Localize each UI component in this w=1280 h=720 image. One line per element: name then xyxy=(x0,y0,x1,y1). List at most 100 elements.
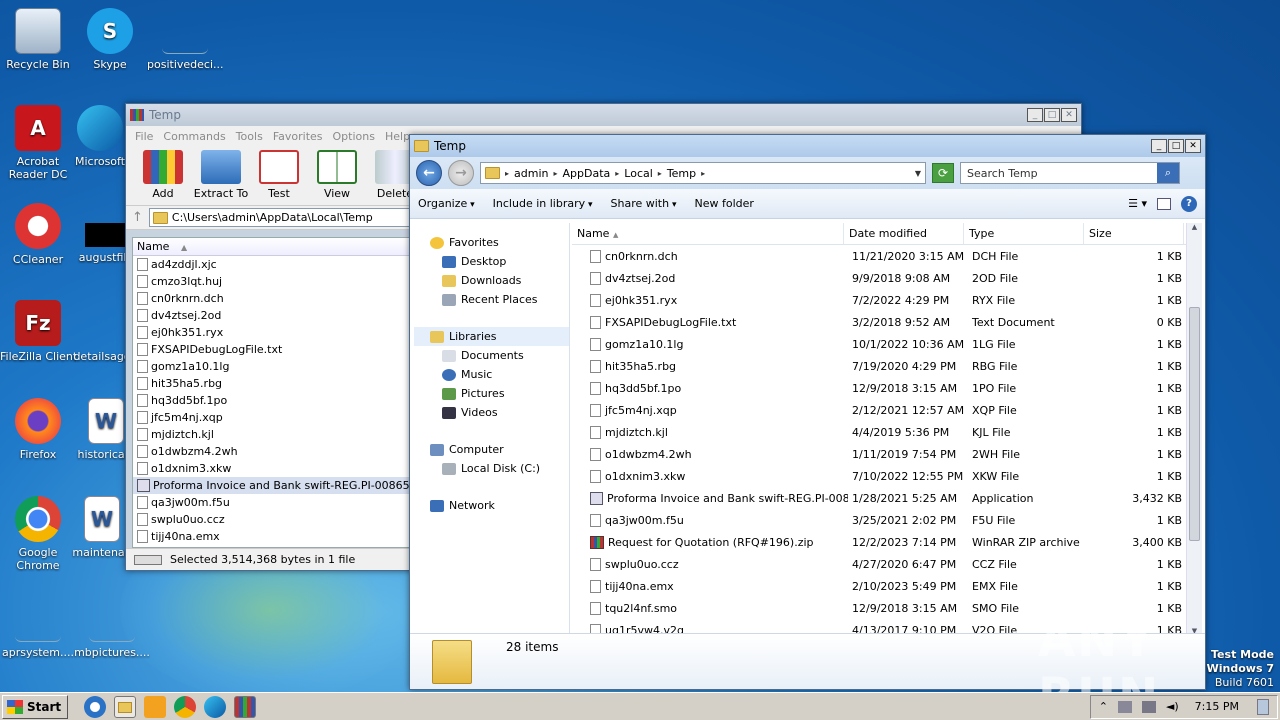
maximize-button[interactable]: □ xyxy=(1168,139,1184,153)
action-center-icon[interactable] xyxy=(1117,700,1132,713)
table-row[interactable]: hit35ha5.rbg 7/19/2020 4:29 PM RBG File 1 K… xyxy=(572,355,1200,377)
column-header-size[interactable]: Size xyxy=(1084,223,1184,244)
table-row[interactable]: Proforma Invoice and Bank swift-REG.PI-0… xyxy=(572,487,1200,509)
breadcrumb-temp[interactable]: Temp xyxy=(667,167,696,180)
show-desktop-button[interactable] xyxy=(1257,698,1269,715)
desktop-icon-recycle-bin[interactable]: Recycle Bin xyxy=(0,8,76,71)
table-row[interactable]: gomz1a10.1lg 10/1/2022 10:36 AM 1LG File 1 … xyxy=(572,333,1200,355)
table-row[interactable]: mjdiztch.kjl 4/4/2019 5:36 PM KJL File 1 KB xyxy=(572,421,1200,443)
table-row[interactable]: hq3dd5bf.1po 12/9/2018 3:15 AM 1PO File 1 K… xyxy=(572,377,1200,399)
nav-desktop[interactable]: Desktop xyxy=(414,252,569,271)
breadcrumb-local[interactable]: Local xyxy=(624,167,653,180)
tray-expand-icon[interactable]: ⌃ xyxy=(1099,700,1108,713)
winrar-titlebar[interactable]: Temp _ □ ✕ xyxy=(126,104,1081,126)
table-row[interactable]: Request for Quotation (RFQ#196).zip 12/2/… xyxy=(572,531,1200,553)
search-input[interactable]: Search Temp ⌕ xyxy=(960,162,1180,184)
back-button[interactable]: ← xyxy=(416,160,442,186)
preview-pane-icon[interactable] xyxy=(1157,197,1171,210)
list-item[interactable]: hit35ha5.rbg xyxy=(133,375,409,392)
close-button[interactable]: ✕ xyxy=(1061,108,1077,122)
menu-commands[interactable]: Commands xyxy=(158,130,230,143)
list-item[interactable]: gomz1a10.1lg xyxy=(133,358,409,375)
nav-pictures[interactable]: Pictures xyxy=(414,384,569,403)
explorer-titlebar[interactable]: Temp _ □ ✕ xyxy=(410,135,1205,157)
scrollbar-thumb[interactable] xyxy=(1189,307,1200,541)
minimize-button[interactable]: _ xyxy=(1151,139,1167,153)
start-button[interactable]: Start xyxy=(2,694,69,719)
list-item[interactable]: o1dxnim3.xkw xyxy=(133,460,409,477)
breadcrumb-appdata[interactable]: AppData xyxy=(563,167,611,180)
list-item[interactable]: qa3jw00m.f5u xyxy=(133,494,409,511)
nav-favorites[interactable]: Favorites xyxy=(414,233,569,252)
search-icon[interactable]: ⌕ xyxy=(1157,163,1179,183)
list-item[interactable]: cn0rknrn.dch xyxy=(133,290,409,307)
menu-options[interactable]: Options xyxy=(328,130,380,143)
list-item[interactable]: mjdiztch.kjl xyxy=(133,426,409,443)
forward-button[interactable]: → xyxy=(448,160,474,186)
nav-libraries[interactable]: Libraries xyxy=(414,327,569,346)
refresh-button[interactable]: ⟳ xyxy=(932,163,954,183)
breadcrumb-admin[interactable]: admin xyxy=(514,167,548,180)
media-player-icon[interactable] xyxy=(144,695,167,718)
nav-documents[interactable]: Documents xyxy=(414,346,569,365)
nav-recent-places[interactable]: Recent Places xyxy=(414,290,569,309)
include-in-library-button[interactable]: Include in library xyxy=(493,197,593,210)
table-row[interactable]: cn0rknrn.dch 11/21/2020 3:15 AM DCH File 1 … xyxy=(572,245,1200,267)
winrar-taskbar-icon[interactable] xyxy=(234,695,257,718)
share-with-button[interactable]: Share with xyxy=(611,197,677,210)
scroll-up-icon[interactable]: ▲ xyxy=(1187,223,1202,231)
desktop-icon-mbpictures[interactable]: mbpictures.... xyxy=(74,596,150,659)
nav-network[interactable]: Network xyxy=(414,496,569,515)
column-header-name[interactable]: Name ▲ xyxy=(572,223,844,244)
nav-videos[interactable]: Videos xyxy=(414,403,569,422)
organize-button[interactable]: Organize xyxy=(418,197,475,210)
nav-downloads[interactable]: Downloads xyxy=(414,271,569,290)
help-icon[interactable]: ? xyxy=(1181,195,1197,212)
network-tray-icon[interactable] xyxy=(1141,700,1156,713)
view-button[interactable]: View xyxy=(308,150,366,200)
up-arrow-icon[interactable]: ↑ xyxy=(132,210,143,225)
column-header-date[interactable]: Date modified xyxy=(844,223,964,244)
new-folder-button[interactable]: New folder xyxy=(694,197,753,210)
list-item[interactable]: hq3dd5bf.1po xyxy=(133,392,409,409)
desktop-icon-aprsystem[interactable]: aprsystem.... xyxy=(0,596,76,659)
close-button[interactable]: ✕ xyxy=(1185,139,1201,153)
vertical-scrollbar[interactable]: ▲ ▼ xyxy=(1186,223,1202,635)
list-item[interactable]: dv4ztsej.2od xyxy=(133,307,409,324)
list-item[interactable]: tijj40na.emx xyxy=(133,528,409,545)
menu-favorites[interactable]: Favorites xyxy=(268,130,328,143)
view-options-icon[interactable]: ☰ ▾ xyxy=(1128,197,1147,210)
clock[interactable]: 7:15 PM xyxy=(1195,700,1239,713)
table-row[interactable]: o1dxnim3.xkw 7/10/2022 12:55 PM XKW File 1 … xyxy=(572,465,1200,487)
edge-taskbar-icon[interactable] xyxy=(204,695,227,718)
list-item[interactable]: jfc5m4nj.xqp xyxy=(133,409,409,426)
table-row[interactable]: FXSAPIDebugLogFile.txt 3/2/2018 9:52 AM Te… xyxy=(572,311,1200,333)
list-item[interactable]: ej0hk351.ryx xyxy=(133,324,409,341)
maximize-button[interactable]: □ xyxy=(1044,108,1060,122)
desktop-icon-ccleaner[interactable]: CCleaner xyxy=(0,203,76,266)
desktop-icon-positivedeci[interactable]: positivedeci... xyxy=(147,8,223,71)
list-item-selected[interactable]: Proforma Invoice and Bank swift-REG.PI-0… xyxy=(133,477,409,494)
column-header-name[interactable]: Name ▲ xyxy=(133,238,409,256)
list-item[interactable]: FXSAPIDebugLogFile.txt xyxy=(133,341,409,358)
explorer-taskbar-icon[interactable] xyxy=(114,695,137,718)
volume-icon[interactable]: ◄) xyxy=(1166,700,1179,713)
menu-tools[interactable]: Tools xyxy=(231,130,268,143)
column-header-type[interactable]: Type xyxy=(964,223,1084,244)
list-item[interactable]: o1dwbzm4.2wh xyxy=(133,443,409,460)
add-button[interactable]: Add xyxy=(134,150,192,200)
table-row[interactable]: tijj40na.emx 2/10/2023 5:49 PM EMX File 1 K… xyxy=(572,575,1200,597)
table-row[interactable]: dv4ztsej.2od 9/9/2018 9:08 AM 2OD File 1 KB xyxy=(572,267,1200,289)
table-row[interactable]: o1dwbzm4.2wh 1/11/2019 7:54 PM 2WH File 1 K… xyxy=(572,443,1200,465)
nav-music[interactable]: Music xyxy=(414,365,569,384)
list-item[interactable]: cmzo3lqt.huj xyxy=(133,273,409,290)
desktop-icon-firefox[interactable]: Firefox xyxy=(0,398,76,461)
extract-to-button[interactable]: Extract To xyxy=(192,150,250,200)
desktop-icon-skype[interactable]: S Skype xyxy=(72,8,148,71)
nav-local-disk[interactable]: Local Disk (C:) xyxy=(414,459,569,478)
chrome-taskbar-icon[interactable] xyxy=(174,695,197,718)
minimize-button[interactable]: _ xyxy=(1027,108,1043,122)
nav-computer[interactable]: Computer xyxy=(414,440,569,459)
table-row[interactable]: swplu0uo.ccz 4/27/2020 6:47 PM CCZ File 1 K… xyxy=(572,553,1200,575)
table-row[interactable]: qa3jw00m.f5u 3/25/2021 2:02 PM F5U File 1 K… xyxy=(572,509,1200,531)
